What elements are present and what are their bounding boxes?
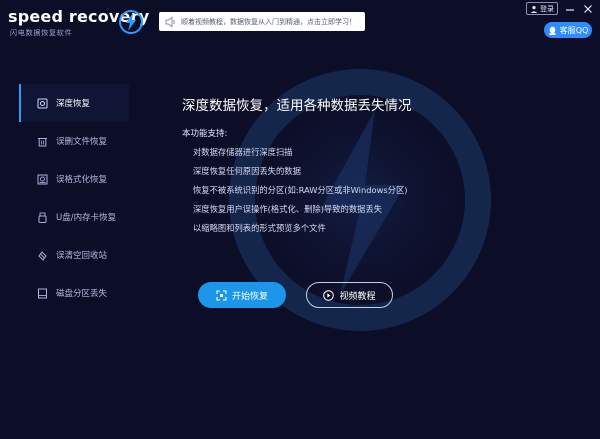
minimize-icon bbox=[566, 8, 574, 11]
play-icon bbox=[323, 289, 335, 301]
close-icon bbox=[584, 4, 592, 13]
lightning-logo-icon bbox=[119, 10, 143, 34]
list-item: 深度恢复用户误操作(格式化、删除)导致的数据丢失 bbox=[193, 204, 383, 214]
recycle-icon bbox=[38, 250, 47, 261]
sidebar-item-format-recovery[interactable]: 误格式化恢复 bbox=[19, 160, 129, 198]
video-tutorial-button[interactable]: 视频教程 bbox=[306, 282, 393, 308]
start-recovery-button[interactable]: 开始恢复 bbox=[198, 282, 286, 308]
disk-format-icon bbox=[37, 174, 48, 184]
sidebar: 深度恢复 误删文件恢复 误格式化恢复 U盘/内存卡恢复 误清空回收站 磁盘分区丢… bbox=[19, 84, 129, 312]
close-button[interactable] bbox=[582, 3, 594, 15]
window-controls: 登录 bbox=[526, 2, 594, 15]
usb-icon bbox=[38, 212, 47, 223]
sidebar-item-deep-recovery[interactable]: 深度恢复 bbox=[19, 84, 129, 122]
user-icon bbox=[530, 5, 538, 13]
sidebar-item-partition-loss[interactable]: 磁盘分区丢失 bbox=[19, 274, 129, 312]
notice-text: 顺着视频教程，数据恢复从入门到精通，点击立即学习！ bbox=[181, 17, 356, 26]
page-title: 深度数据恢复，适用各种数据丢失情况 bbox=[182, 98, 412, 114]
sidebar-item-label: 深度恢复 bbox=[56, 99, 91, 109]
login-button[interactable]: 登录 bbox=[526, 2, 558, 15]
sidebar-item-recycle-bin[interactable]: 误清空回收站 bbox=[19, 236, 129, 274]
trash-icon bbox=[38, 137, 47, 146]
sidebar-item-deleted-files[interactable]: 误删文件恢复 bbox=[19, 122, 129, 160]
partition-icon bbox=[38, 288, 47, 298]
deep-recovery-icon bbox=[37, 98, 48, 108]
list-item: 以缩略图和列表的形式预览多个文件 bbox=[193, 223, 326, 233]
qq-icon bbox=[548, 26, 556, 35]
minimize-button[interactable] bbox=[564, 3, 576, 15]
sidebar-item-label: 误清空回收站 bbox=[56, 251, 108, 261]
list-item: 恢复不被系统识别的分区(如:RAW分区或非Windows分区) bbox=[193, 185, 408, 195]
app-window: speed recovery 闪电数据恢复软件 顺着视频教程，数据恢复从入门到精… bbox=[0, 0, 600, 439]
qq-support-button[interactable]: 客服QQ bbox=[544, 22, 592, 38]
scan-icon bbox=[216, 289, 227, 301]
sidebar-item-usb-card[interactable]: U盘/内存卡恢复 bbox=[19, 198, 129, 236]
sidebar-item-label: 磁盘分区丢失 bbox=[56, 289, 108, 299]
notice-bar[interactable]: 顺着视频教程，数据恢复从入门到精通，点击立即学习！ bbox=[159, 12, 365, 31]
features-list: 对数据存储器进行深度扫描 深度恢复任何原因丢失的数据 恢复不被系统识别的分区(如… bbox=[193, 146, 408, 241]
app-logo: speed recovery 闪电数据恢复软件 bbox=[8, 7, 158, 39]
list-item: 深度恢复任何原因丢失的数据 bbox=[193, 166, 301, 176]
video-tutorial-label: 视频教程 bbox=[339, 291, 376, 302]
list-item: 对数据存储器进行深度扫描 bbox=[193, 147, 293, 157]
speaker-icon bbox=[165, 16, 175, 27]
qq-label: 客服QQ bbox=[559, 25, 589, 35]
start-recovery-label: 开始恢复 bbox=[231, 291, 268, 302]
sidebar-item-label: U盘/内存卡恢复 bbox=[56, 213, 117, 223]
login-label: 登录 bbox=[540, 4, 554, 13]
features-heading: 本功能支持: bbox=[182, 129, 228, 139]
brand-subtitle: 闪电数据恢复软件 bbox=[10, 29, 73, 37]
sidebar-item-label: 误格式化恢复 bbox=[56, 175, 108, 185]
sidebar-item-label: 误删文件恢复 bbox=[56, 137, 108, 147]
